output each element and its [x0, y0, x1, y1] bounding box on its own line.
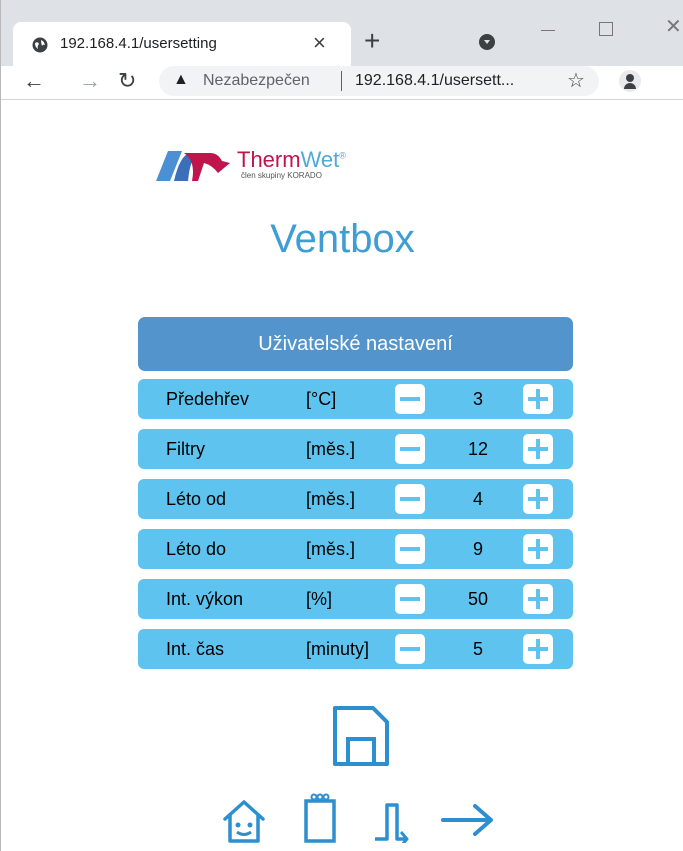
maximize-icon[interactable] — [599, 22, 613, 36]
setting-value: 4 — [472, 489, 483, 509]
profile-icon[interactable] — [619, 70, 641, 92]
setting-row-summer-to: Léto do [měs.] 9 — [138, 529, 573, 569]
back-icon[interactable]: ← — [23, 66, 45, 96]
setting-value: 9 — [472, 539, 483, 559]
browser-toolbar: ← → ↻ ▲ Nezabezpečen 192.168.4.1/userset… — [1, 66, 683, 100]
logo-subtitle: člen skupiny KORADO — [241, 171, 322, 180]
minus-icon — [400, 447, 420, 451]
window-close-icon[interactable]: ✕ — [665, 14, 682, 39]
logo-wordmark: ThermWet® — [237, 147, 346, 172]
tab-close-icon[interactable]: × — [313, 30, 326, 56]
minus-icon — [400, 397, 420, 401]
reload-icon[interactable]: ↻ — [118, 66, 136, 96]
warning-icon[interactable]: ▲ — [173, 71, 189, 89]
minus-icon — [400, 647, 420, 651]
page-title: Ventbox — [270, 217, 415, 261]
increase-button[interactable] — [523, 634, 553, 664]
user-settings-panel: Uživatelské nastavení Předehřev [°C] 3 F… — [138, 317, 573, 669]
notepad-icon[interactable] — [304, 789, 336, 843]
security-label[interactable]: Nezabezpečen — [203, 72, 310, 90]
minus-icon — [400, 497, 420, 501]
tab-title: 192.168.4.1/usersetting — [60, 35, 217, 52]
setting-value: 12 — [467, 439, 489, 459]
setting-unit: [měs.] — [306, 539, 356, 559]
address-bar[interactable]: ▲ Nezabezpečen 192.168.4.1/usersett... ☆ — [159, 66, 599, 96]
setting-unit: [%] — [306, 589, 333, 609]
decrease-button[interactable] — [395, 584, 425, 614]
setting-row-int-power: Int. výkon [%] 50 — [138, 579, 573, 619]
setting-value: 50 — [467, 589, 489, 609]
minus-icon — [400, 547, 420, 551]
new-tab-icon[interactable]: + — [364, 26, 380, 56]
page-content: ThermWet® člen skupiny KORADO Ventbox Už… — [0, 99, 683, 851]
decrease-button[interactable] — [395, 484, 425, 514]
url-text[interactable]: 192.168.4.1/usersett... — [355, 72, 514, 90]
setting-unit: [minuty] — [306, 639, 370, 659]
thermwet-logo: ThermWet® člen skupiny KORADO — [154, 147, 374, 189]
setting-label: Int. výkon — [166, 589, 244, 609]
setting-label: Léto do — [166, 539, 227, 559]
bookmark-star-icon[interactable]: ☆ — [567, 68, 585, 93]
setting-label: Int. čas — [166, 639, 225, 659]
minimize-icon[interactable] — [541, 30, 555, 31]
save-icon[interactable] — [333, 706, 389, 766]
pulse-icon[interactable] — [373, 799, 411, 843]
setting-unit: [měs.] — [306, 439, 356, 459]
setting-label: Léto od — [166, 489, 227, 509]
decrease-button[interactable] — [395, 434, 425, 464]
minus-icon — [400, 597, 420, 601]
increase-button[interactable] — [523, 484, 553, 514]
setting-label: Předehřev — [166, 389, 250, 409]
home-icon[interactable] — [222, 799, 266, 843]
arrow-right-icon[interactable] — [441, 802, 495, 838]
increase-button[interactable] — [523, 434, 553, 464]
decrease-button[interactable] — [395, 534, 425, 564]
setting-row-int-time: Int. čas [minuty] 5 — [138, 629, 573, 669]
decrease-button[interactable] — [395, 384, 425, 414]
setting-unit: [měs.] — [306, 489, 356, 509]
setting-value: 3 — [472, 389, 483, 409]
increase-button[interactable] — [523, 384, 553, 414]
setting-row-preheat: Předehřev [°C] 3 — [138, 379, 573, 419]
address-separator — [341, 71, 342, 91]
setting-label: Filtry — [166, 439, 205, 459]
forward-icon[interactable]: → — [79, 66, 101, 96]
browser-tab[interactable]: 192.168.4.1/usersetting × — [13, 22, 351, 66]
setting-unit: [°C] — [306, 389, 337, 409]
setting-value: 5 — [472, 639, 483, 659]
menu-icon[interactable]: ⋮ — [676, 70, 683, 95]
panel-header: Uživatelské nastavení — [138, 317, 573, 371]
setting-row-summer-from: Léto od [měs.] 4 — [138, 479, 573, 519]
globe-icon — [32, 37, 48, 53]
tab-search-icon[interactable] — [479, 34, 495, 50]
browser-chrome: 192.168.4.1/usersetting × + ✕ ← → ↻ ▲ Ne… — [0, 0, 683, 100]
thermwet-logo-mark — [156, 151, 230, 181]
setting-row-filters: Filtry [měs.] 12 — [138, 429, 573, 469]
decrease-button[interactable] — [395, 634, 425, 664]
increase-button[interactable] — [523, 584, 553, 614]
increase-button[interactable] — [523, 534, 553, 564]
